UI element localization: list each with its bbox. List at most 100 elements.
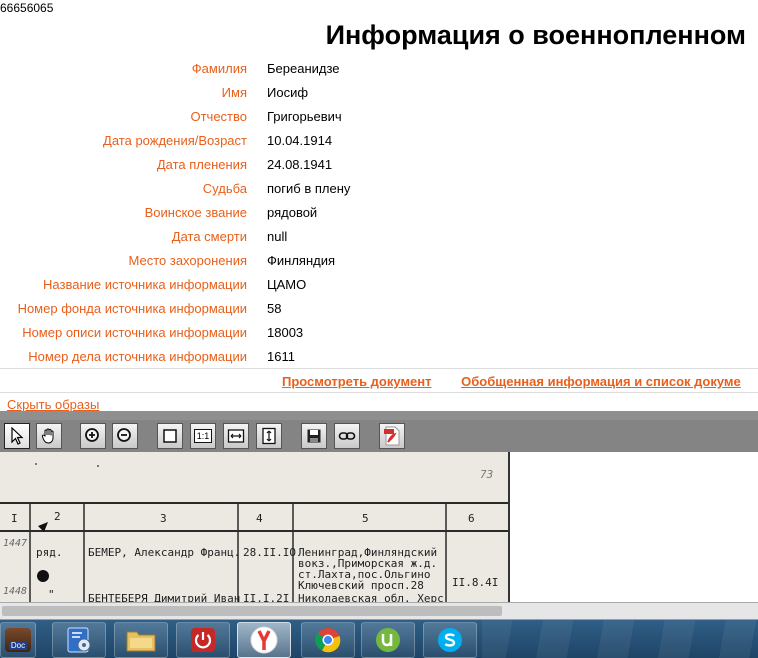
skype-icon (438, 628, 462, 652)
actual-size-button[interactable]: 1:1 (190, 423, 216, 449)
scan-row-rank: " (48, 588, 55, 601)
field-label: Фамилия (191, 61, 247, 76)
pdf-export-button[interactable] (379, 423, 405, 449)
taskbar-skype[interactable] (423, 622, 477, 658)
info-row-surname: Фамилия Береанидзе (0, 61, 758, 85)
page-title: Информация о военнопленном (325, 20, 746, 50)
control-panel-icon (67, 627, 91, 653)
full-page-button[interactable] (157, 423, 183, 449)
field-value: 24.08.1941 (267, 157, 333, 172)
hand-tool-button[interactable] (36, 423, 62, 449)
windows-taskbar: Doc (0, 619, 758, 658)
scan-column-number: 3 (160, 512, 167, 525)
scan-row-name: БЕМЕР, Александр Франц. (88, 546, 241, 559)
viewer-toolbar: 1:1 (0, 420, 758, 452)
taskbar-chrome[interactable] (301, 622, 355, 658)
info-row-fund-number: Номер фонда источника информации 58 (0, 301, 758, 325)
field-value: ЦАМО (267, 277, 307, 292)
field-label: Номер фонда источника информации (17, 301, 247, 316)
info-row-patronymic: Отчество Григорьевич (0, 109, 758, 133)
info-row-death-date: Дата смерти null (0, 229, 758, 253)
scan-corner-mark: 73 (480, 468, 494, 481)
fit-height-button[interactable] (256, 423, 282, 449)
arrow-cursor-icon (11, 427, 24, 445)
info-row-first-name: Имя Иосиф (0, 85, 758, 109)
field-label: Имя (221, 85, 247, 100)
hand-icon (41, 428, 54, 444)
doc-app-icon: Doc (5, 628, 31, 652)
viewer-horizontal-scrollbar[interactable] (0, 602, 758, 619)
zoom-out-button[interactable] (112, 423, 138, 449)
scan-column-number: 4 (256, 512, 263, 525)
field-label: Отчество (190, 109, 247, 124)
field-value: null (267, 229, 288, 244)
zoom-out-icon (117, 428, 131, 442)
taskbar-doc-app[interactable]: Doc (0, 622, 36, 658)
folder-icon (126, 631, 156, 652)
fit-width-button[interactable] (223, 423, 249, 449)
save-button[interactable] (301, 423, 327, 449)
document-viewport[interactable]: 73 I 2 3 4 5 6 1447 ряд. БЕМЕР, Александ… (0, 452, 758, 602)
field-value: 18003 (267, 325, 304, 340)
taskbar-file-explorer[interactable] (114, 622, 168, 658)
taskbar-yandex-browser[interactable] (237, 622, 291, 658)
field-label: Номер описи источника информации (22, 325, 247, 340)
scan-column-number: 2 (54, 510, 61, 523)
utorrent-icon (376, 628, 400, 652)
field-value: Финляндия (267, 253, 336, 268)
view-document-link[interactable]: Просмотреть документ (282, 374, 432, 389)
field-value: Береанидзе (267, 61, 340, 76)
zoom-in-button[interactable] (80, 423, 106, 449)
scanned-document-image: 73 I 2 3 4 5 6 1447 ряд. БЕМЕР, Александ… (0, 452, 510, 602)
taskbar-empty-area (482, 620, 758, 658)
scan-column-number: I (11, 512, 18, 525)
scan-row-date: II.I.2I (243, 592, 290, 602)
taskbar-power-app[interactable] (176, 622, 230, 658)
scan-row-date: 28.II.IO (243, 546, 296, 559)
scan-table-lines (0, 463, 508, 602)
pdf-icon (384, 426, 400, 446)
power-icon (191, 628, 215, 652)
field-label: Дата смерти (171, 229, 247, 244)
info-row-capture-date: Дата пленения 24.08.1941 (0, 157, 758, 181)
field-value: 58 (267, 301, 282, 316)
field-label: Воинское звание (144, 205, 247, 220)
scrollbar-thumb[interactable] (2, 606, 502, 616)
field-label: Номер дела источника информации (28, 349, 247, 364)
info-row-birth-date: Дата рождения/Возраст 10.04.1914 (0, 133, 758, 157)
info-row-inventory-number: Номер описи источника информации 18003 (0, 325, 758, 349)
field-value: 10.04.1914 (267, 133, 333, 148)
chain-link-icon (338, 432, 356, 440)
field-label: Дата пленения (156, 157, 247, 172)
field-value: Григорьевич (267, 109, 342, 124)
yandex-browser-icon (250, 626, 278, 654)
field-label: Место захоронения (128, 253, 247, 268)
field-label: Судьба (202, 181, 247, 196)
taskbar-control-panel[interactable] (52, 622, 106, 658)
fit-width-icon (227, 429, 245, 443)
document-links: Просмотреть документ Обобщенная информац… (282, 374, 758, 389)
field-label: Название источника информации (43, 277, 247, 292)
field-value: погиб в плену (267, 181, 351, 196)
taskbar-utorrent[interactable] (361, 622, 415, 658)
scan-column-number: 5 (362, 512, 369, 525)
page-frame-icon (163, 429, 177, 443)
scan-row-rank: ряд. (36, 546, 63, 559)
link-button[interactable] (334, 423, 360, 449)
divider (0, 392, 758, 393)
actual-size-label: 1:1 (193, 429, 213, 443)
info-row-source-name: Название источника информации ЦАМО (0, 277, 758, 301)
fit-height-icon (262, 427, 276, 445)
select-tool-button[interactable] (4, 423, 30, 449)
hide-images-link[interactable]: Скрыть образы (7, 397, 99, 412)
info-row-fate: Судьба погиб в плену (0, 181, 758, 205)
chrome-icon (315, 628, 341, 653)
doc-app-label: Doc (8, 641, 28, 650)
summary-info-link[interactable]: Обобщенная информация и список докуме (461, 374, 741, 389)
field-value: 1611 (267, 349, 295, 364)
scan-row-address: Ключевский просп.28 (298, 579, 424, 592)
field-value: Иосиф (267, 85, 309, 100)
scan-row-number: 1447 (3, 538, 28, 549)
field-value: рядовой (267, 205, 318, 220)
scan-column-number: 6 (468, 512, 475, 525)
